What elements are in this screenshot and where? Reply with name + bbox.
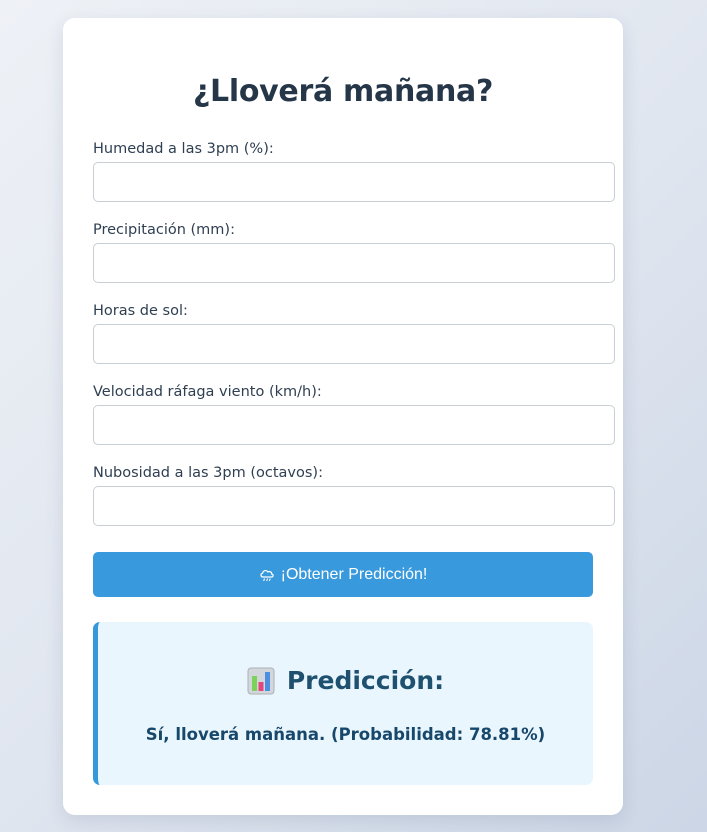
sunshine-input[interactable] (93, 324, 615, 364)
prediction-text: Sí, lloverá mañana. (Probabilidad: 78.81… (145, 725, 546, 744)
cloud-cover-label: Nubosidad a las 3pm (octavos): (93, 465, 323, 481)
prediction-title: Predicción: (286, 666, 445, 695)
precipitation-label: Precipitación (mm): (93, 222, 235, 238)
sunshine-label: Horas de sol: (93, 303, 188, 319)
rain-cloud-icon (259, 568, 275, 582)
field-wind-gust: Velocidad ráfaga viento (km/h): (93, 381, 615, 445)
field-cloud-cover: Nubosidad a las 3pm (octavos): (93, 462, 615, 526)
field-precipitation: Precipitación (mm): (93, 219, 615, 283)
precipitation-input[interactable] (93, 243, 615, 283)
humidity-input[interactable] (93, 162, 615, 202)
bar-chart-icon (247, 667, 275, 695)
page-title: ¿Lloverá mañana? (192, 74, 494, 109)
cloud-cover-input[interactable] (93, 486, 615, 526)
prediction-heading: Predicción: (98, 666, 593, 695)
prediction-result-box: Predicción: Sí, lloverá mañana. (Probabi… (93, 622, 593, 785)
prediction-card: ¿Lloverá mañana? Humedad a las 3pm (%): … (63, 18, 623, 815)
wind-gust-label: Velocidad ráfaga viento (km/h): (93, 384, 322, 400)
humidity-label: Humedad a las 3pm (%): (93, 141, 274, 157)
wind-gust-input[interactable] (93, 405, 615, 445)
field-sunshine: Horas de sol: (93, 300, 615, 364)
get-prediction-button[interactable]: ¡Obtener Predicción! (93, 552, 593, 597)
get-prediction-label: ¡Obtener Predicción! (280, 565, 428, 583)
field-humidity: Humedad a las 3pm (%): (93, 138, 615, 202)
